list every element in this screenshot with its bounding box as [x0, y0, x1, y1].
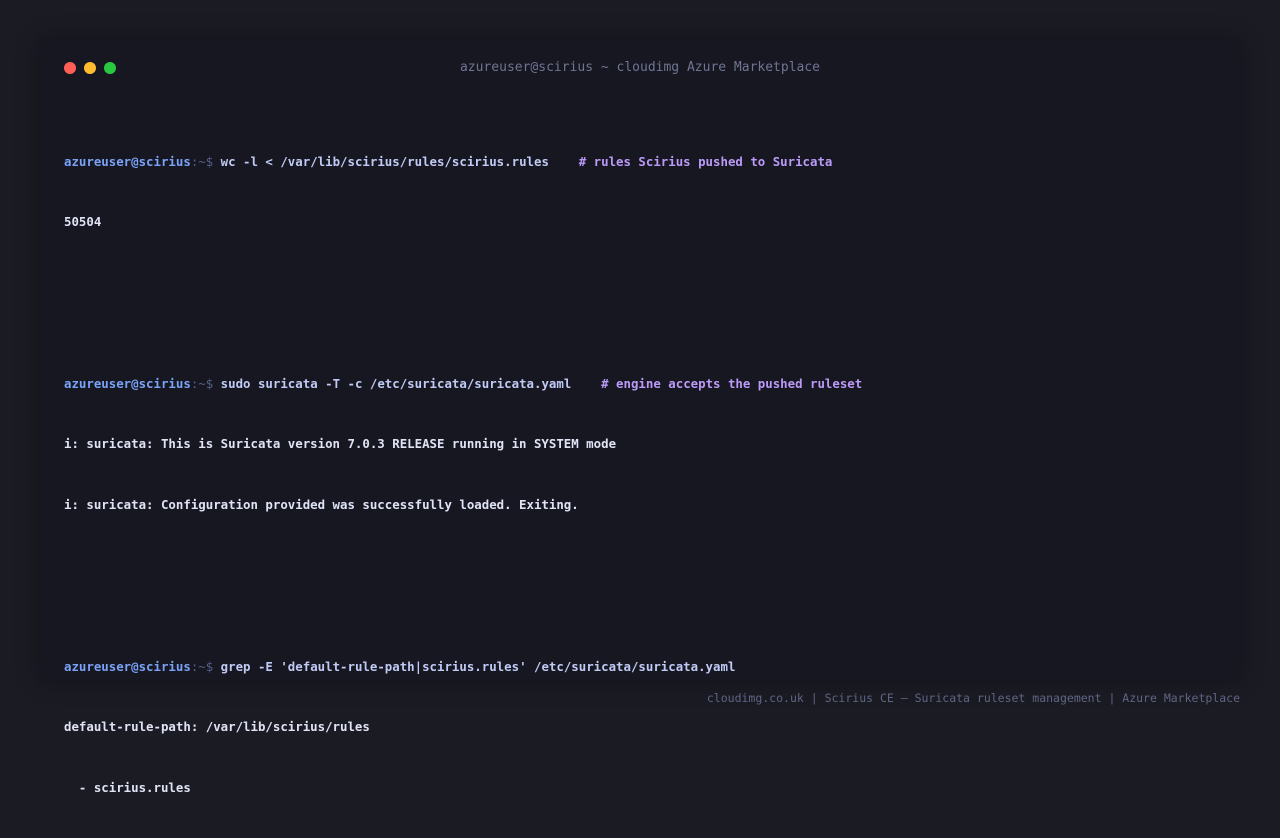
- command-comment: # engine accepts the pushed ruleset: [571, 375, 863, 391]
- output-line: i: suricata: Configuration provided was …: [64, 496, 579, 512]
- prompt-path: :~$: [190, 153, 221, 169]
- footer-caption: cloudimg.co.uk | Scirius CE — Suricata r…: [706, 691, 1240, 705]
- terminal-window: azureuser@scirius ~ cloudimg Azure Marke…: [40, 40, 1240, 795]
- command-text: grep -E 'default-rule-path|scirius.rules…: [220, 658, 736, 674]
- output-line: default-rule-path: /var/lib/scirius/rule…: [64, 719, 370, 735]
- output-line: 50504: [64, 214, 102, 230]
- command-line: azureuser@scirius:~$ sudo suricata -T -c…: [64, 374, 1216, 394]
- output-line: i: suricata: This is Suricata version 7.…: [64, 436, 617, 452]
- prompt-user: azureuser@scirius: [64, 658, 191, 674]
- prompt-user: azureuser@scirius: [64, 375, 191, 391]
- prompt-path: :~$: [190, 658, 221, 674]
- prompt-path: :~$: [190, 375, 221, 391]
- terminal-output[interactable]: azureuser@scirius:~$ wc -l < /var/lib/sc…: [64, 91, 1216, 838]
- command-text: wc -l < /var/lib/scirius/rules/scirius.r…: [220, 153, 549, 169]
- output-line: - scirius.rules: [64, 779, 191, 795]
- command-comment: # rules Scirius pushed to Suricata: [548, 153, 833, 169]
- window-title: azureuser@scirius ~ cloudimg Azure Marke…: [459, 60, 821, 75]
- command-line: azureuser@scirius:~$ wc -l < /var/lib/sc…: [64, 152, 1216, 172]
- command-line: azureuser@scirius:~$ grep -E 'default-ru…: [64, 657, 1216, 677]
- title-bar: azureuser@scirius ~ cloudimg Azure Marke…: [40, 40, 1240, 96]
- prompt-user: azureuser@scirius: [64, 153, 191, 169]
- command-text: sudo suricata -T -c /etc/suricata/surica…: [220, 375, 572, 391]
